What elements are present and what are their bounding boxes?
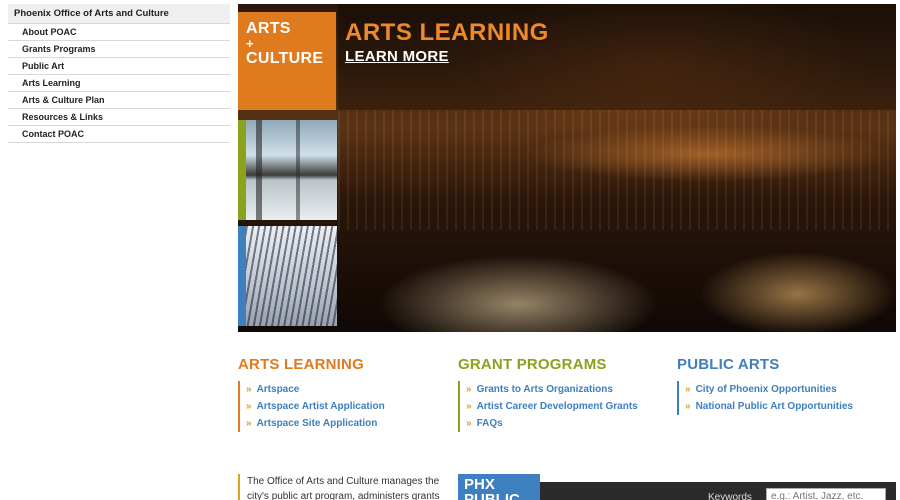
hero-banner[interactable]: ARTS + CULTURE ARTS LEARNING LEARN MORE [238, 4, 896, 332]
link-label: Artist Career Development Grants [476, 401, 638, 412]
arts-culture-logo: ARTS + CULTURE [238, 12, 336, 110]
link-artist-career-grants[interactable]: » Artist Career Development Grants [466, 398, 668, 415]
arts-learning-links: » Artspace » Artspace Artist Application »… [238, 381, 448, 432]
sidebar-title[interactable]: Phoenix Office of Arts and Culture [8, 4, 230, 24]
link-artspace-site-application[interactable]: » Artspace Site Application [246, 415, 448, 432]
chevron-icon: » [685, 401, 691, 412]
link-grants-arts-organizations[interactable]: » Grants to Arts Organizations [466, 381, 668, 398]
hero-light-pattern [338, 110, 896, 230]
chevron-icon: » [246, 384, 252, 395]
logo-line-plus: + [246, 36, 254, 51]
public-arts-column: PUBLIC ARTS » City of Phoenix Opportuniti… [677, 356, 887, 415]
link-artspace-artist-application[interactable]: » Artspace Artist Application [246, 398, 448, 415]
thumbnail-installation[interactable] [238, 226, 337, 326]
thumbnail-green-bar [238, 120, 246, 220]
sidebar-item-about[interactable]: About POAC [8, 24, 230, 41]
thumbnail-blue-bar [238, 226, 246, 326]
arts-learning-column: ARTS LEARNING » Artspace » Artspace Artist… [238, 356, 448, 432]
about-text: The Office of Arts and Culture manages t… [238, 474, 450, 500]
chevron-icon: » [466, 401, 472, 412]
logo-line-culture: CULTURE [246, 50, 324, 67]
link-label: Artspace Site Application [256, 418, 378, 429]
sidebar-item-contact[interactable]: Contact POAC [8, 126, 230, 143]
public-arts-links: » City of Phoenix Opportunities » National… [677, 381, 887, 415]
sidebar-item-public-art[interactable]: Public Art [8, 58, 230, 75]
thumbnail-installation-image [246, 226, 337, 326]
grant-programs-column: GRANT PROGRAMS » Grants to Arts Organizat… [458, 356, 668, 432]
link-label: City of Phoenix Opportunities [695, 384, 837, 395]
arts-learning-heading: ARTS LEARNING [238, 356, 364, 373]
sidebar-nav: Phoenix Office of Arts and Culture About… [8, 4, 230, 143]
link-faqs[interactable]: » FAQs [466, 415, 668, 432]
sidebar-list: About POAC Grants Programs Public Art Ar… [8, 24, 230, 143]
chevron-icon: » [685, 384, 691, 395]
thumbnail-architecture[interactable] [238, 120, 337, 220]
learn-more-link[interactable]: LEARN MORE [345, 48, 449, 65]
public-arts-heading: PUBLIC ARTS [677, 356, 780, 373]
link-artspace[interactable]: » Artspace [246, 381, 448, 398]
sidebar-item-arts-culture-plan[interactable]: Arts & Culture Plan [8, 92, 230, 109]
keywords-search-input[interactable] [766, 488, 886, 500]
link-label: Grants to Arts Organizations [476, 384, 613, 395]
link-label: FAQs [476, 418, 503, 429]
grant-programs-heading: GRANT PROGRAMS [458, 356, 607, 373]
link-national-opportunities[interactable]: » National Public Art Opportunities [685, 398, 887, 415]
chevron-icon: » [246, 401, 252, 412]
keywords-label: Keywords [708, 492, 752, 500]
link-label: Artspace [256, 384, 300, 395]
link-label: Artspace Artist Application [256, 401, 385, 412]
phx-public-box[interactable]: PHX PUBLIC [458, 474, 540, 500]
sidebar-item-arts-learning[interactable]: Arts Learning [8, 75, 230, 92]
link-city-opportunities[interactable]: » City of Phoenix Opportunities [685, 381, 887, 398]
sidebar-item-resources[interactable]: Resources & Links [8, 109, 230, 126]
logo-line-arts: ARTS [246, 20, 291, 37]
thumbnail-architecture-image [246, 120, 337, 220]
sidebar-item-grants[interactable]: Grants Programs [8, 41, 230, 58]
chevron-icon: » [466, 384, 472, 395]
grant-programs-links: » Grants to Arts Organizations » Artist Ca… [458, 381, 668, 432]
chevron-icon: » [246, 418, 252, 429]
chevron-icon: » [466, 418, 472, 429]
link-label: National Public Art Opportunities [695, 401, 853, 412]
hero-heading: ARTS LEARNING [345, 19, 549, 46]
